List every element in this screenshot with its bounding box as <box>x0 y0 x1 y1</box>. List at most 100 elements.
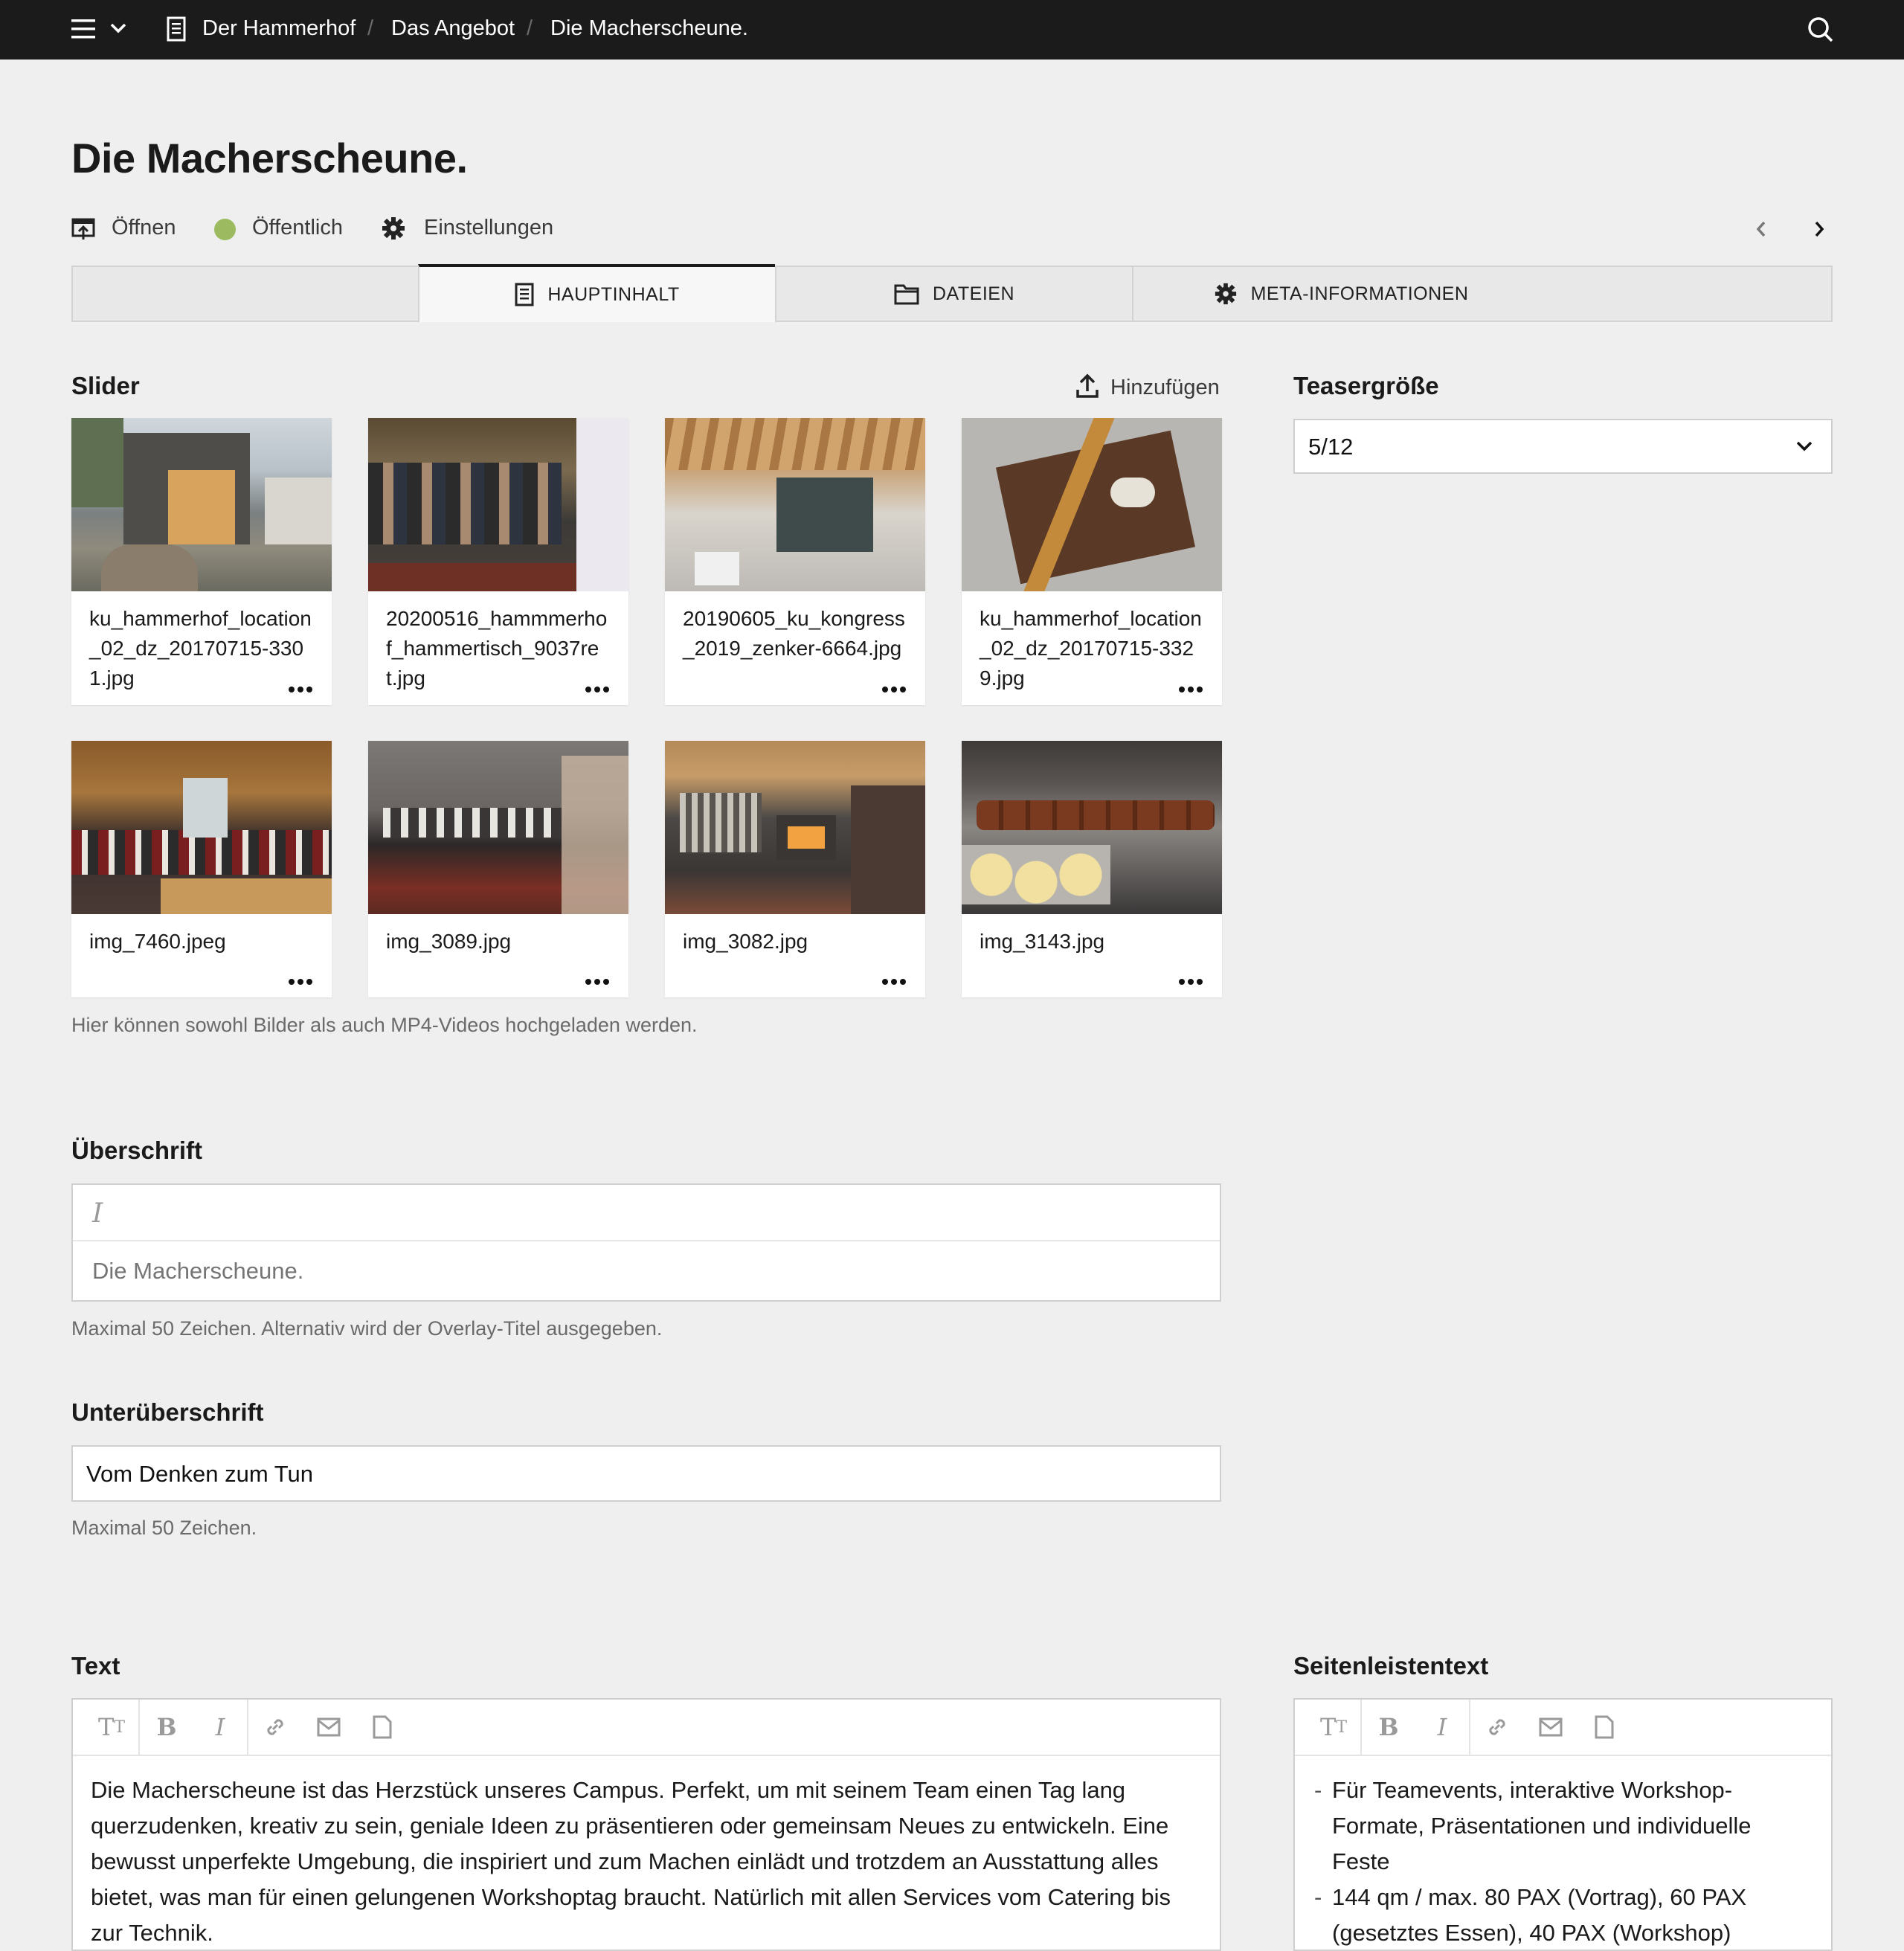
more-icon[interactable] <box>585 971 612 986</box>
file-name: ku_hammerhof_location_02_dz_20170715-332… <box>980 607 1202 690</box>
text-editor[interactable]: TT B I Die Macherscheune ist das Herzstü… <box>71 1698 1221 1951</box>
file-icon[interactable] <box>1577 1700 1631 1755</box>
top-bar: Der Hammerhof / Das Angebot / Die Macher… <box>0 0 1904 60</box>
document-icon <box>515 283 534 306</box>
breadcrumb-item-angebot[interactable]: Das Angebot <box>391 16 515 41</box>
file-card[interactable]: img_7460.jpeg <box>71 741 332 997</box>
subheading-label: Unterüberschrift <box>71 1398 264 1426</box>
page-title: Die Macherscheune. <box>71 135 468 181</box>
add-file-button[interactable]: Hinzufügen <box>1110 376 1220 400</box>
tab-meta-informationen[interactable]: META-INFORMATIONEN <box>1132 267 1548 321</box>
tab-label: DATEIEN <box>933 283 1014 304</box>
upload-icon[interactable] <box>1075 373 1099 399</box>
heading-field[interactable]: I <box>71 1183 1221 1302</box>
barn-exterior-photo <box>71 418 332 591</box>
chevron-down-icon[interactable] <box>110 22 126 34</box>
file-card[interactable]: ku_hammerhof_location_02_dz_20170715-332… <box>962 418 1222 705</box>
audience-photo <box>368 418 628 591</box>
search-icon[interactable] <box>1807 16 1834 43</box>
email-icon[interactable] <box>302 1700 356 1755</box>
status-button[interactable]: Öffentlich <box>252 216 343 240</box>
sidebar-text-editor[interactable]: TT B I Für Teamevents, interaktive Works… <box>1293 1698 1833 1951</box>
chevron-left-icon[interactable] <box>1754 219 1769 240</box>
file-card[interactable]: img_3089.jpg <box>368 741 628 997</box>
more-icon[interactable] <box>1179 971 1206 986</box>
file-card[interactable]: 20200516_hammmerhof_hammertisch_9037ret.… <box>368 418 628 705</box>
bold-icon[interactable]: B <box>1362 1700 1415 1755</box>
file-card[interactable]: ku_hammerhof_location_02_dz_20170715-330… <box>71 418 332 705</box>
page-icon <box>167 16 186 42</box>
heading-label: Überschrift <box>71 1137 203 1164</box>
more-icon[interactable] <box>289 678 315 693</box>
email-icon[interactable] <box>1524 1700 1577 1755</box>
file-name: img_3143.jpg <box>980 930 1105 953</box>
breadcrumb-item-current[interactable]: Die Macherscheune. <box>550 16 748 41</box>
file-icon[interactable] <box>356 1700 409 1755</box>
sidebar-text-content[interactable]: Für Teamevents, interaktive Workshop-For… <box>1314 1772 1786 1951</box>
file-name: 20190605_ku_kongress_2019_zenker-6664.jp… <box>683 607 905 660</box>
chevron-right-icon[interactable] <box>1812 219 1827 240</box>
hall-interior-photo <box>665 418 925 591</box>
sidebar-text-label: Seitenleistentext <box>1293 1652 1489 1680</box>
file-name: img_3089.jpg <box>386 930 512 953</box>
open-icon[interactable] <box>71 217 95 241</box>
file-name: img_3082.jpg <box>683 930 808 953</box>
italic-icon[interactable]: I <box>1415 1700 1469 1755</box>
text-style-icon[interactable]: TT <box>85 1700 138 1755</box>
subheading-input[interactable]: Vom Denken zum Tun <box>86 1461 313 1488</box>
more-icon[interactable] <box>1179 678 1206 693</box>
bold-icon[interactable]: B <box>140 1700 193 1755</box>
table-topview-photo <box>962 418 1222 591</box>
breadcrumb-separator: / <box>367 16 374 40</box>
subheading-hint: Maximal 50 Zeichen. <box>71 1517 257 1539</box>
more-icon[interactable] <box>882 971 909 986</box>
tab-label: HAUPTINHALT <box>547 283 680 305</box>
file-card[interactable]: img_3082.jpg <box>665 741 925 997</box>
text-style-icon[interactable]: TT <box>1307 1700 1360 1755</box>
dining-hall-photo <box>71 741 332 914</box>
editor-toolbar: TT B I <box>73 1700 1220 1756</box>
slider-label: Slider <box>71 372 140 399</box>
heading-input[interactable] <box>91 1252 1194 1291</box>
gear-icon <box>1215 283 1236 305</box>
list-item: 144 qm / max. 80 PAX (Vortrag), 60 PAX (… <box>1314 1880 1786 1951</box>
folder-icon <box>894 284 919 305</box>
more-icon[interactable] <box>585 678 612 693</box>
editor-toolbar: TT B I <box>1295 1700 1831 1756</box>
file-card[interactable]: img_3143.jpg <box>962 741 1222 997</box>
file-name: ku_hammerhof_location_02_dz_20170715-330… <box>89 607 312 690</box>
tab-dateien[interactable]: DATEIEN <box>775 267 1132 321</box>
file-name: img_7460.jpeg <box>89 930 226 953</box>
link-icon[interactable] <box>248 1700 302 1755</box>
slider-hint: Hier können sowohl Bilder als auch MP4-V… <box>71 1014 698 1036</box>
settings-button[interactable]: Einstellungen <box>424 216 553 240</box>
breadcrumb-separator: / <box>527 16 533 40</box>
buffet-photo <box>962 741 1222 914</box>
breadcrumb-item-hammerhof[interactable]: Der Hammerhof <box>202 16 356 41</box>
gear-icon[interactable] <box>381 216 406 241</box>
italic-icon[interactable]: I <box>92 1198 103 1229</box>
file-name: 20200516_hammmerhof_hammertisch_9037ret.… <box>386 607 608 690</box>
lounge-fireplace-photo <box>665 741 925 914</box>
italic-icon[interactable]: I <box>193 1700 247 1755</box>
teaser-size-select[interactable]: 5/12 <box>1293 419 1833 474</box>
chevron-down-icon <box>1796 441 1813 451</box>
more-icon[interactable] <box>882 678 909 693</box>
menu-icon[interactable] <box>71 18 95 40</box>
heading-hint: Maximal 50 Zeichen. Alternativ wird der … <box>71 1317 663 1340</box>
open-button[interactable]: Öffnen <box>112 216 176 240</box>
tab-hauptinhalt[interactable]: HAUPTINHALT <box>418 264 775 322</box>
tab-bar: HAUPTINHALT DATEIEN META-INFORMATIONEN <box>71 264 1833 322</box>
link-icon[interactable] <box>1470 1700 1524 1755</box>
list-item: Für Teamevents, interaktive Workshop-For… <box>1314 1772 1786 1880</box>
teaser-size-label: Teasergröße <box>1293 372 1439 399</box>
tab-label: META-INFORMATIONEN <box>1250 283 1469 304</box>
text-label: Text <box>71 1652 120 1680</box>
status-dot-icon <box>214 219 236 240</box>
more-icon[interactable] <box>289 971 315 986</box>
dinner-table-photo <box>368 741 628 914</box>
teaser-size-value: 5/12 <box>1308 434 1354 460</box>
subheading-field[interactable]: Vom Denken zum Tun <box>71 1445 1221 1502</box>
file-card[interactable]: 20190605_ku_kongress_2019_zenker-6664.jp… <box>665 418 925 705</box>
text-editor-content[interactable]: Die Macherscheune ist das Herzstück unse… <box>91 1772 1202 1951</box>
